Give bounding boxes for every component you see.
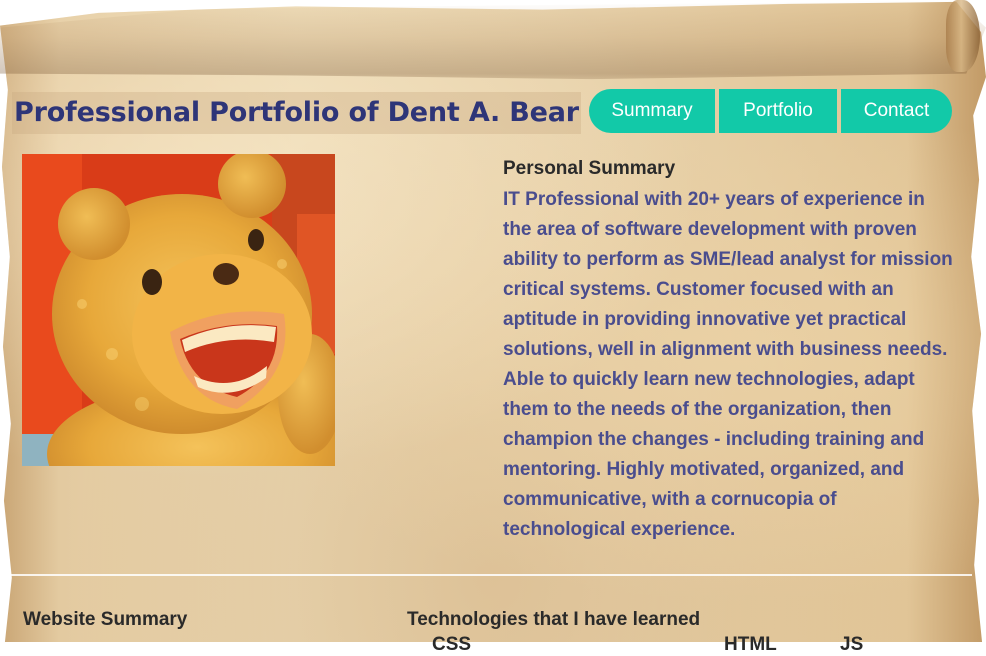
tech-item-html: HTML [724, 634, 777, 655]
nav-portfolio-button[interactable]: Portfolio [719, 89, 837, 133]
tech-item-js: JS [840, 634, 864, 655]
summary-body: IT Professional with 20+ years of experi… [503, 189, 953, 540]
nav-summary-button[interactable]: Summary [589, 89, 715, 133]
summary-heading: Personal Summary [503, 158, 676, 179]
main-nav: Summary Portfolio Contact [589, 89, 952, 133]
teddy-bear-image [22, 154, 335, 466]
website-summary-heading: Website Summary [23, 609, 188, 630]
tech-item-css: CSS [432, 634, 472, 655]
technologies-heading: Technologies that I have learned [407, 609, 701, 630]
scroll-curl [946, 0, 980, 72]
page-title: Professional Portfolio of Dent A. Bear [12, 92, 581, 134]
nav-contact-button[interactable]: Contact [841, 89, 952, 133]
profile-photo [22, 154, 335, 466]
section-divider [0, 574, 972, 576]
